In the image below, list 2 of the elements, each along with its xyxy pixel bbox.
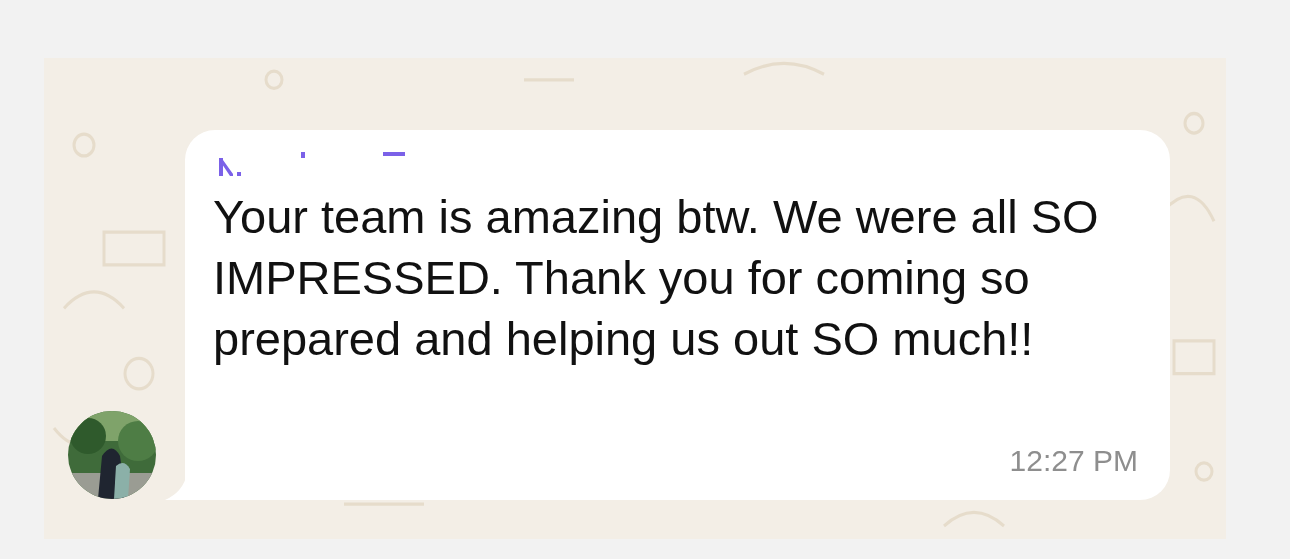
- message-text: Your team is amazing btw. We were all SO IMPRESSED. Thank you for coming so prepared and helping us out SO much!!: [213, 189, 1100, 367]
- message-time: 12:27 PM: [1009, 444, 1138, 478]
